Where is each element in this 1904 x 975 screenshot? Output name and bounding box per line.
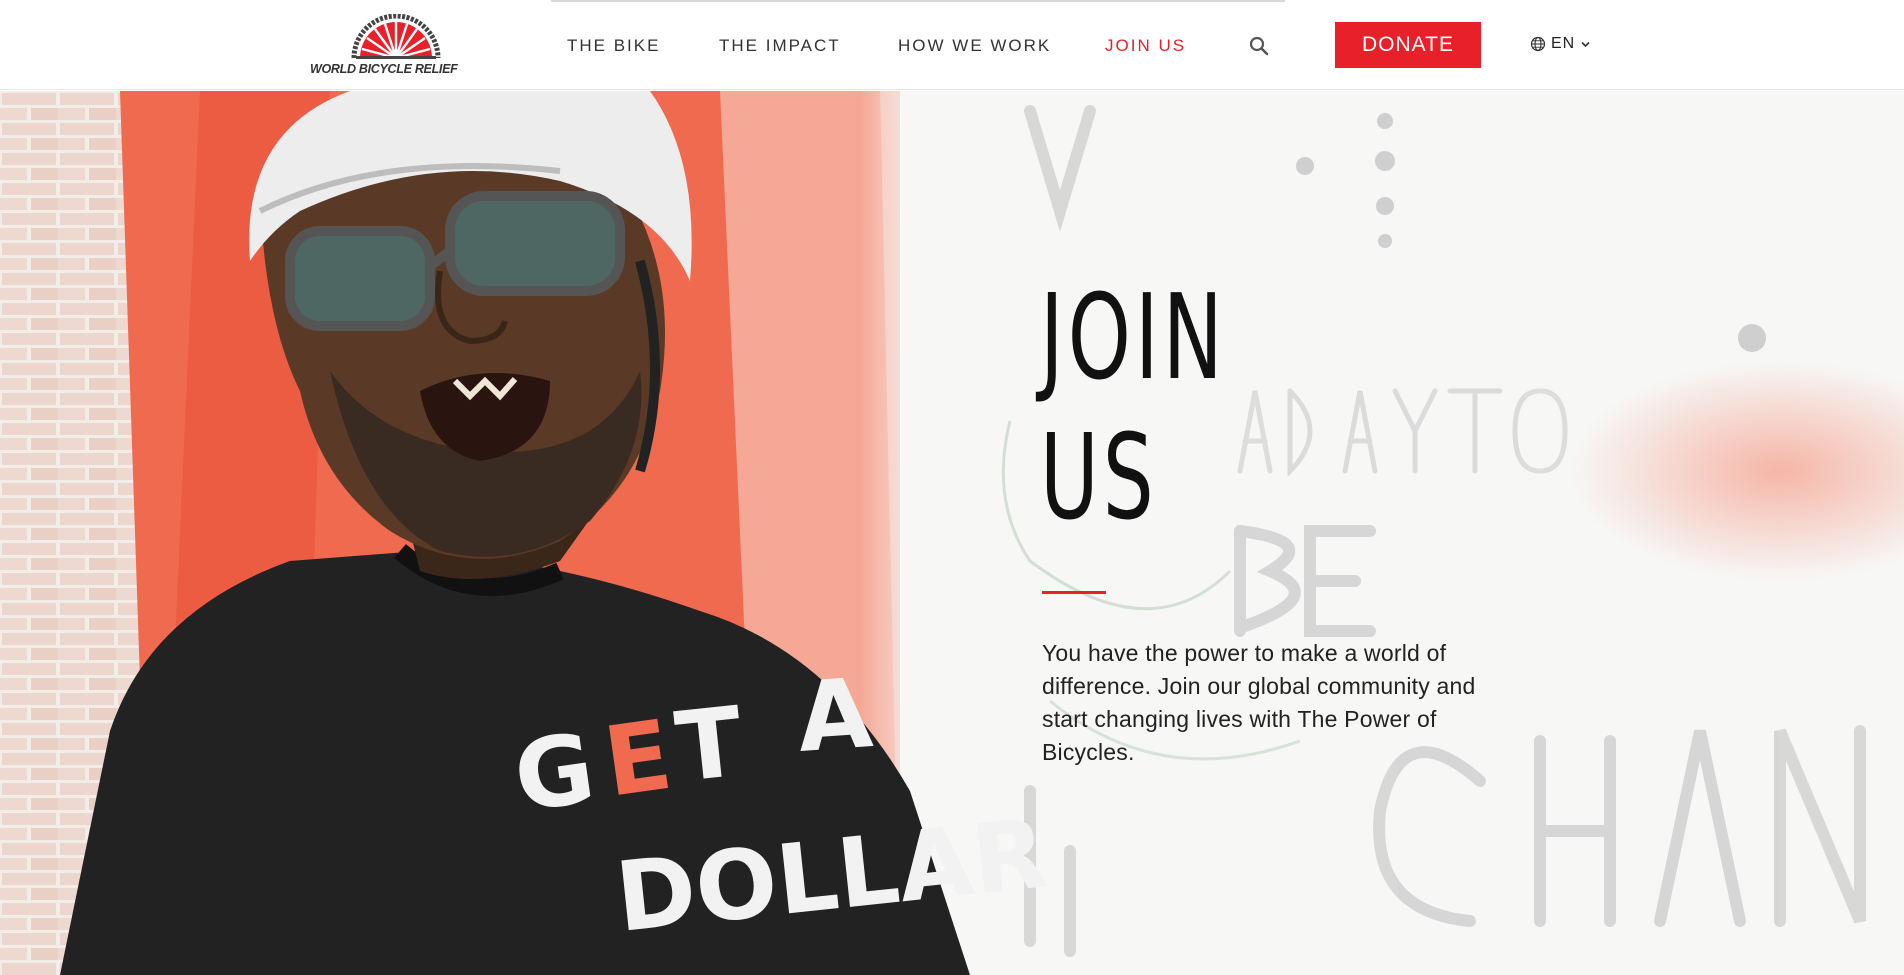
logo-wordmark: WORLD BICYCLE RELIEF — [310, 62, 458, 76]
header-top-rule — [551, 0, 1285, 2]
svg-text:G: G — [508, 712, 602, 834]
page-title-line-1: JOIN — [1040, 268, 1227, 406]
search-button[interactable] — [1249, 36, 1271, 58]
language-selector[interactable]: EN — [1530, 33, 1591, 55]
nav-join-us[interactable]: JOIN US — [1105, 36, 1186, 56]
title-divider — [1042, 591, 1106, 594]
page-title: JOIN US — [1040, 267, 1227, 547]
hero-photo: G E T A DOLLAR — [0, 91, 1904, 975]
nav-the-bike[interactable]: THE BIKE — [567, 36, 660, 56]
nav-the-impact[interactable]: THE IMPACT — [719, 36, 841, 56]
chevron-down-icon — [1581, 41, 1590, 47]
globe-icon — [1530, 36, 1546, 52]
hero-description: You have the power to make a world of di… — [1042, 640, 1476, 765]
hero-content: JOIN US You have the power to make a wor… — [1040, 182, 1510, 782]
donate-button[interactable]: DONATE — [1335, 22, 1481, 68]
search-icon — [1249, 36, 1269, 56]
site-logo[interactable]: WORLD BICYCLE RELIEF — [308, 14, 484, 78]
hero-section: G E T A DOLLAR JOIN US You have the powe… — [0, 91, 1904, 975]
nav-how-we-work[interactable]: HOW WE WORK — [898, 36, 1051, 56]
site-header: WORLD BICYCLE RELIEF THE BIKE THE IMPACT… — [0, 0, 1904, 90]
language-label: EN — [1551, 35, 1576, 52]
umbrella-wheel-icon — [351, 14, 441, 60]
page-title-line-2: US — [1040, 408, 1158, 546]
svg-text:T: T — [671, 686, 748, 804]
svg-text:A: A — [794, 657, 876, 774]
